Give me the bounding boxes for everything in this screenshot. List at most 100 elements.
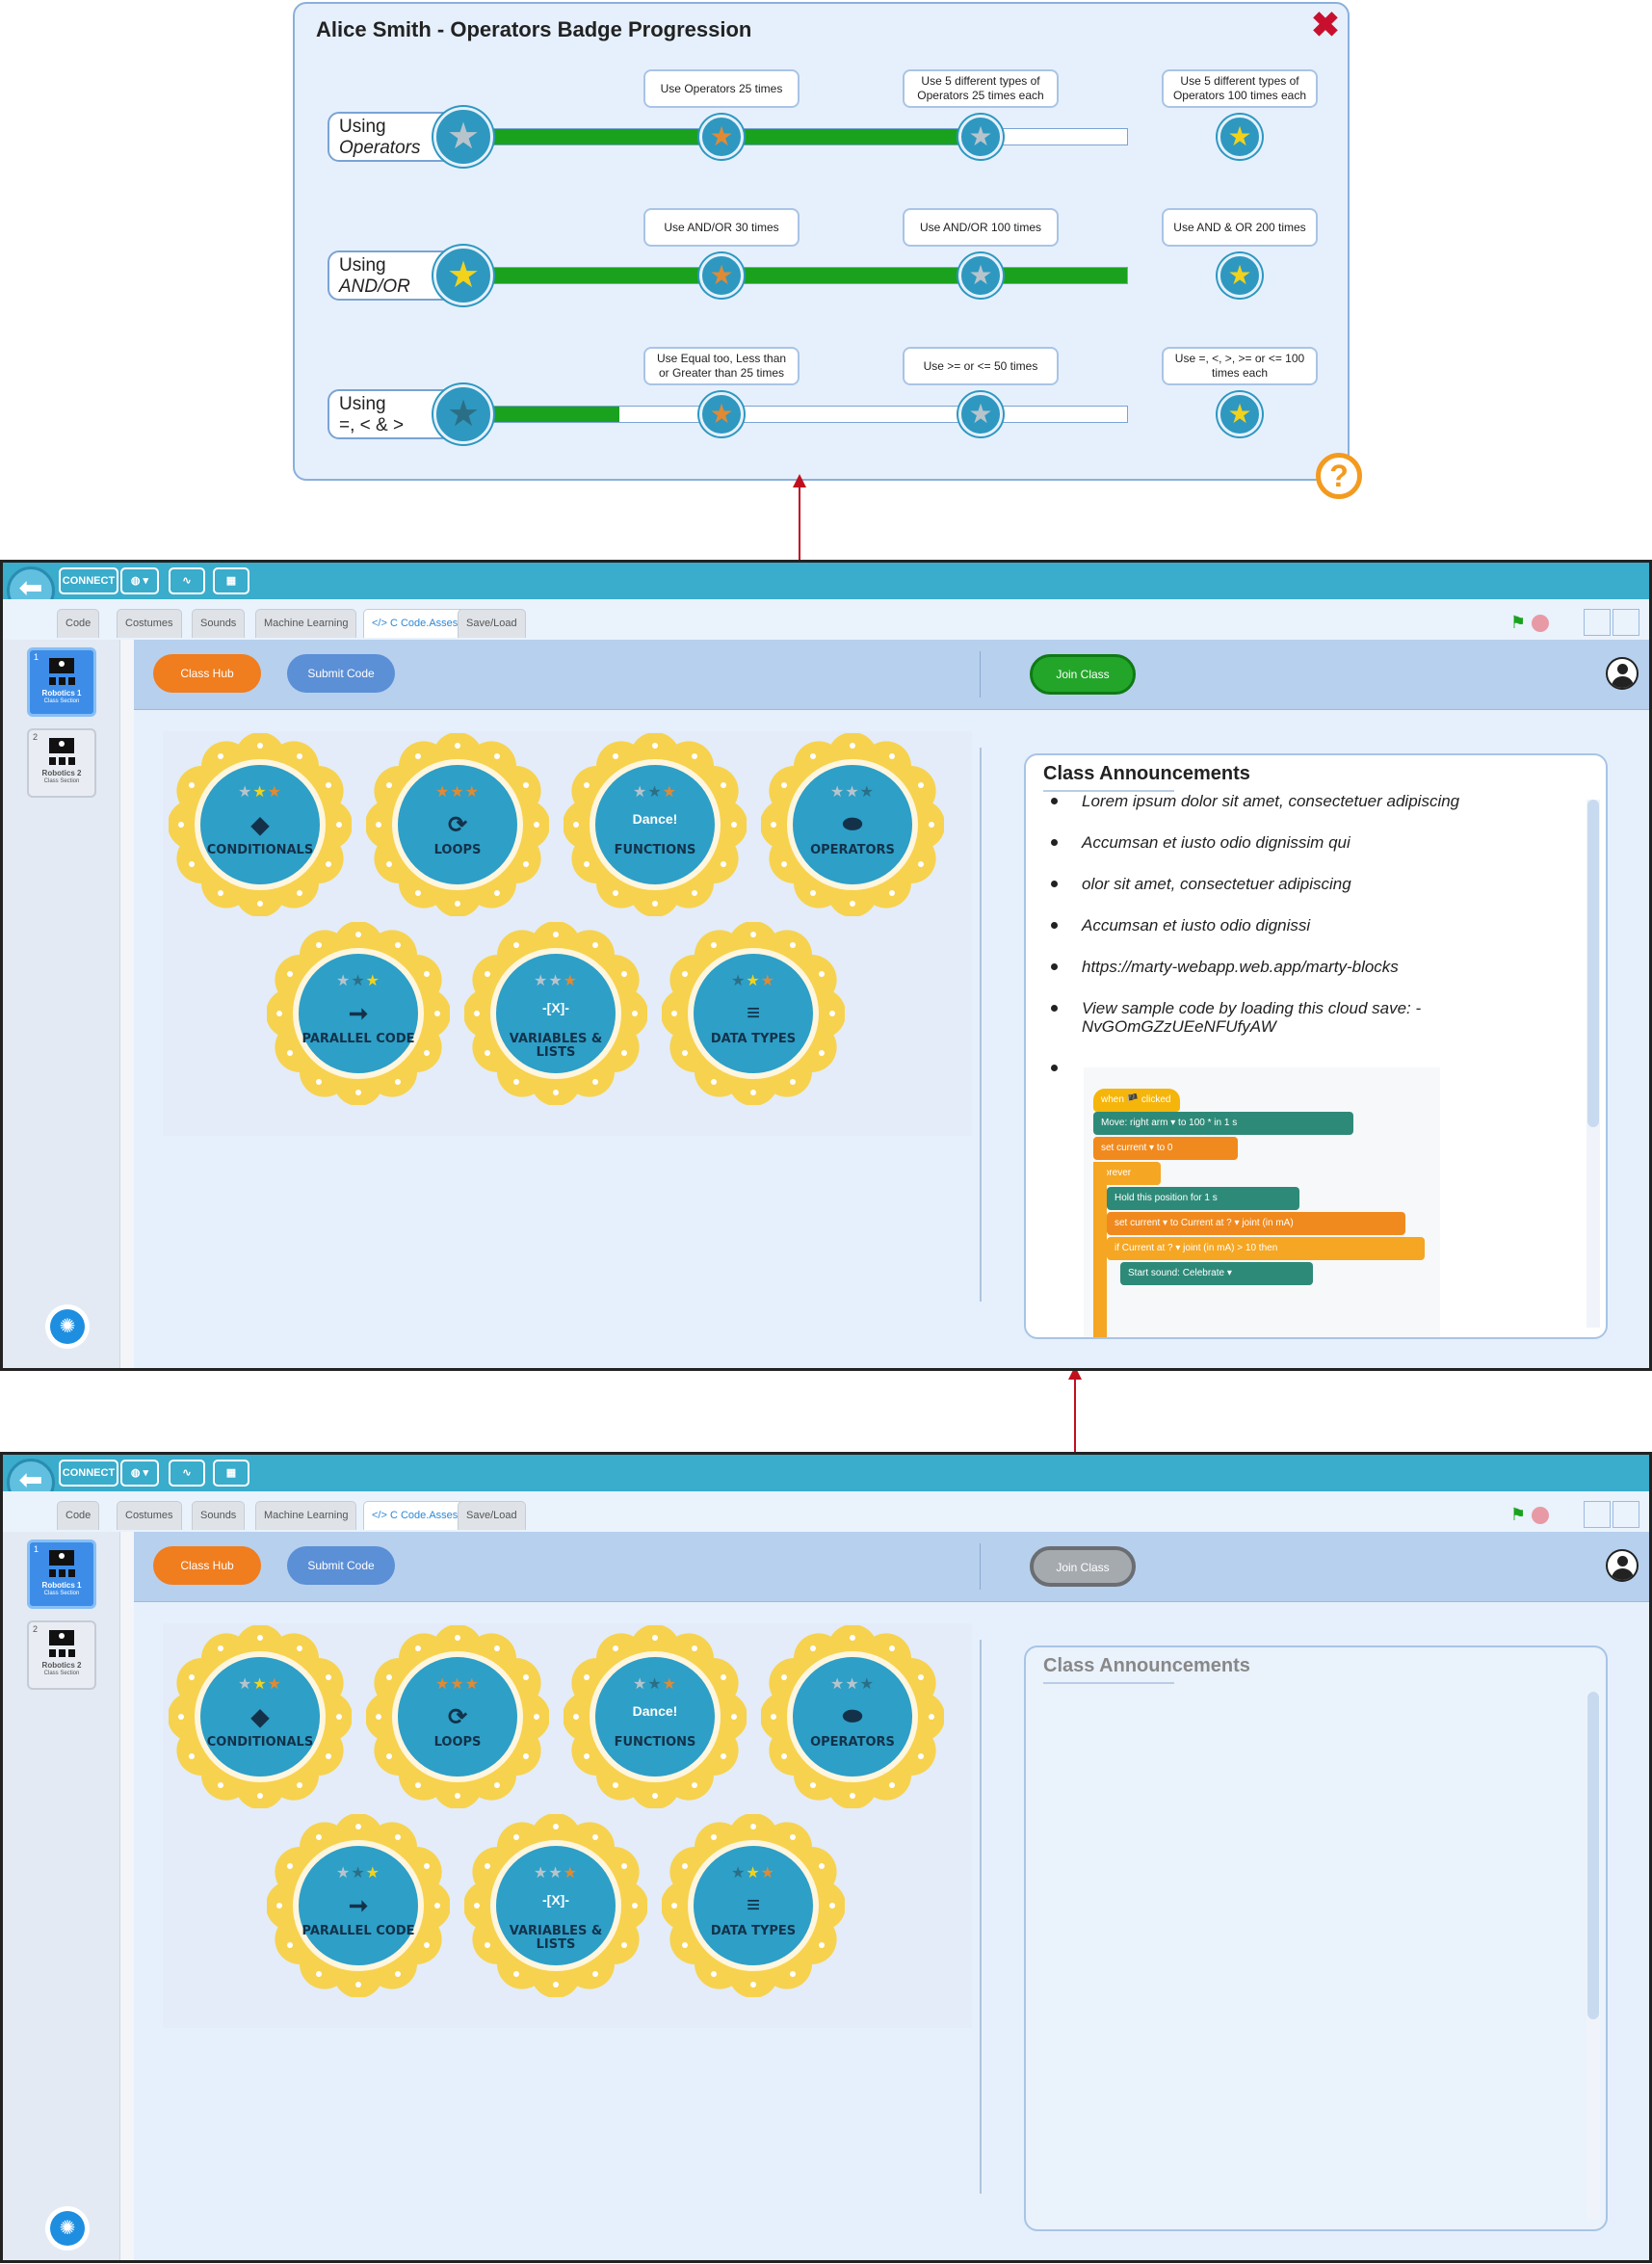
announcements-scrollbar[interactable] (1586, 800, 1600, 1328)
badge-title: DATA TYPES (710, 1924, 797, 1938)
progress-row-label-line1: Using (339, 255, 386, 276)
badge-operators[interactable]: ★★★ ⬬ OPERATORS (761, 733, 944, 916)
badge-parallel-code[interactable]: ★★★ ➞ PARALLEL CODE (267, 922, 450, 1105)
star-rating: ★★★ (595, 782, 715, 802)
connect-button[interactable]: CONNECT (59, 1460, 118, 1487)
star-icon: ★ (746, 1865, 761, 1882)
green-flag-icon[interactable]: ⚑ (1510, 1505, 1526, 1525)
stop-icon[interactable] (1532, 1507, 1549, 1524)
submit-code-button[interactable]: Submit Code (287, 1546, 395, 1585)
globe-icon[interactable]: ◍ ▾ (120, 1460, 159, 1487)
green-flag-icon[interactable]: ⚑ (1510, 613, 1526, 633)
progress-row-comparisons: Use Equal too, Less than or Greater than… (295, 347, 1351, 453)
close-icon[interactable]: ✖ (1311, 8, 1340, 42)
badge-title: VARIABLES & LISTS (509, 1924, 603, 1952)
large-stage-icon[interactable] (1613, 609, 1639, 636)
star-icon: ★ (859, 1676, 876, 1693)
sidebar-scrollbar[interactable] (120, 1532, 134, 2260)
class-tile-robotics-2[interactable]: 2 Robotics 2 Class Section (27, 1620, 96, 1690)
badge-parallel-code[interactable]: ★★★ ➞ PARALLEL CODE (267, 1814, 450, 1997)
tab-sounds[interactable]: Sounds (192, 609, 246, 638)
tab-machine-learning[interactable]: Machine Learning (255, 609, 357, 638)
star-icon: ★ (548, 1865, 564, 1882)
class-number: 2 (33, 732, 39, 742)
submit-code-button[interactable]: Submit Code (287, 654, 395, 693)
milestone-label: Use 5 different types of Operators 100 t… (1162, 69, 1318, 108)
top-bar: CONNECT ◍ ▾ ∿ ▦ (3, 1455, 1649, 1491)
dashboard-icon[interactable]: ▦ (213, 1460, 249, 1487)
small-stage-icon[interactable] (1584, 1501, 1611, 1528)
star-icon: ★ (433, 107, 493, 167)
badge-data-types[interactable]: ★★★ ≡ DATA TYPES (662, 1814, 845, 1997)
badge-glyph-icon: ➞ (348, 1001, 369, 1027)
class-hub-button[interactable]: Class Hub (153, 654, 261, 693)
badge-variables-lists[interactable]: ★★★ -[X]- VARIABLES & LISTS (464, 1814, 647, 1997)
user-avatar-icon[interactable] (1606, 1549, 1639, 1582)
badge-face: ★★★ ➞ PARALLEL CODE (293, 1840, 424, 1971)
help-icon[interactable]: ? (1316, 453, 1362, 499)
tab-code-assess[interactable]: </> C Code.Asses (363, 1501, 467, 1530)
badge-conditionals[interactable]: ★★★ ◆ CONDITIONALS (169, 733, 352, 916)
globe-icon[interactable]: ◍ ▾ (120, 567, 159, 594)
code-block: if Current at ? ▾ joint (in mA) > 10 the… (1107, 1237, 1425, 1260)
connect-button[interactable]: CONNECT (59, 567, 118, 594)
announcements-scrollbar[interactable] (1586, 1692, 1600, 2220)
tab-save-load[interactable]: Save/Load (458, 1501, 526, 1530)
class-section: Class Section (43, 1671, 80, 1676)
lightbulb-button[interactable]: ✺ (45, 2206, 90, 2251)
badge-face: ★★★ Dance! FUNCTIONS (590, 759, 721, 890)
badge-title: CONDITIONALS (206, 1735, 314, 1750)
tab-machine-learning[interactable]: Machine Learning (255, 1501, 357, 1530)
badge-conditionals[interactable]: ★★★ ◆ CONDITIONALS (169, 1625, 352, 1808)
class-tile-robotics-1[interactable]: 1 Robotics 1 Class Section (27, 647, 96, 717)
badge-data-types[interactable]: ★★★ ≡ DATA TYPES (662, 922, 845, 1105)
tab-costumes[interactable]: Costumes (117, 609, 182, 638)
tab-bar: Code Costumes Sounds Machine Learning </… (3, 1491, 1649, 1532)
tab-save-load[interactable]: Save/Load (458, 609, 526, 638)
badge-loops[interactable]: ★★★ ⟳ LOOPS (366, 733, 549, 916)
graph-icon[interactable]: ∿ (169, 567, 205, 594)
announcement-item: Accumsan et iusto odio dignissim qui (1043, 833, 1563, 852)
badge-functions[interactable]: ★★★ Dance! FUNCTIONS (564, 1625, 747, 1808)
star-icon: ★ (464, 1676, 481, 1693)
lightbulb-button[interactable]: ✺ (45, 1304, 90, 1349)
star-icon: ★ (662, 784, 678, 801)
star-icon: ★ (433, 246, 493, 305)
badge-glyph-icon: Dance! (632, 811, 678, 827)
star-icon: ★ (365, 1865, 381, 1882)
badge-loops[interactable]: ★★★ ⟳ LOOPS (366, 1625, 549, 1808)
class-name: Robotics 2 (41, 769, 82, 777)
dashboard-icon[interactable]: ▦ (213, 567, 249, 594)
stop-icon[interactable] (1532, 615, 1549, 632)
badge-functions[interactable]: ★★★ Dance! FUNCTIONS (564, 733, 747, 916)
star-icon: ★ (351, 1865, 366, 1882)
badge-operators[interactable]: ★★★ ⬬ OPERATORS (761, 1625, 944, 1808)
class-tile-robotics-1[interactable]: 1 Robotics 1 Class Section (27, 1540, 96, 1609)
tab-costumes[interactable]: Costumes (117, 1501, 182, 1530)
small-stage-icon[interactable] (1584, 609, 1611, 636)
badge-face: ★★★ -[X]- VARIABLES & LISTS (490, 1840, 621, 1971)
badge-variables-lists[interactable]: ★★★ -[X]- VARIABLES & LISTS (464, 922, 647, 1105)
star-rating: ★★★ (398, 782, 517, 802)
tab-bar: Code Costumes Sounds Machine Learning </… (3, 599, 1649, 640)
tab-code-assess[interactable]: </> C Code.Asses (363, 609, 467, 638)
tab-code[interactable]: Code (57, 609, 100, 638)
badge-face: ★★★ ◆ CONDITIONALS (195, 1651, 326, 1782)
sidebar-scrollbar[interactable] (120, 640, 134, 1368)
large-stage-icon[interactable] (1613, 1501, 1639, 1528)
main-header: Class Hub Submit Code Join Class (134, 640, 1649, 710)
lightbulb-icon: ✺ (50, 2211, 85, 2246)
class-tile-robotics-2[interactable]: 2 Robotics 2 Class Section (27, 728, 96, 798)
tab-code[interactable]: Code (57, 1501, 100, 1530)
milestone-label: Use Operators 25 times (643, 69, 800, 108)
class-number: 1 (34, 1544, 39, 1554)
announcement-item[interactable]: https://marty-webapp.web.app/marty-block… (1043, 958, 1563, 976)
join-class-button[interactable]: Join Class (1030, 1546, 1136, 1587)
graph-icon[interactable]: ∿ (169, 1460, 205, 1487)
star-rating: ★★★ (496, 971, 616, 990)
join-class-button[interactable]: Join Class (1030, 654, 1136, 695)
class-hub-button[interactable]: Class Hub (153, 1546, 261, 1585)
star-rating: ★★★ (299, 1863, 418, 1882)
user-avatar-icon[interactable] (1606, 657, 1639, 690)
tab-sounds[interactable]: Sounds (192, 1501, 246, 1530)
